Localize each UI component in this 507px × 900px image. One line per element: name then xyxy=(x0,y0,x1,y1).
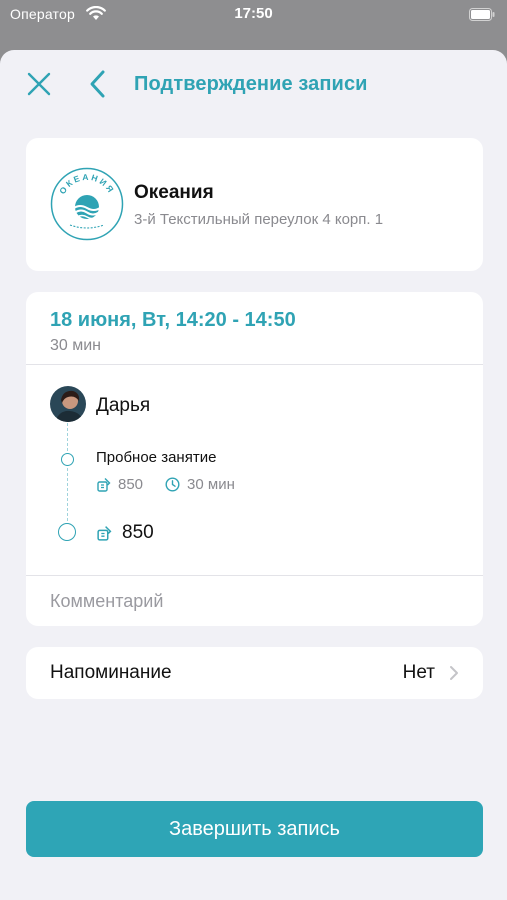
timeline-dot xyxy=(61,453,74,466)
page-title: Подтверждение записи xyxy=(134,73,368,95)
comment-input[interactable] xyxy=(50,588,460,614)
timeline-dot xyxy=(58,523,76,541)
booking-confirmation-sheet: Подтверждение записи ОКЕАНИЯ Океания 3-й… xyxy=(0,50,507,900)
salon-name: Океания xyxy=(134,182,214,203)
chevron-left-icon xyxy=(90,70,105,98)
close-button[interactable] xyxy=(26,71,52,97)
reminder-row[interactable]: Напоминание Нет xyxy=(26,647,483,699)
complete-booking-button[interactable]: Завершить запись xyxy=(26,801,483,857)
service-duration: 30 мин xyxy=(187,476,235,493)
avatar xyxy=(50,386,86,422)
service-meta: 850 30 мин xyxy=(96,476,235,493)
reminder-label: Напоминание xyxy=(50,662,172,683)
price-tag-icon xyxy=(97,478,111,492)
navigation-bar: Подтверждение записи xyxy=(0,50,507,120)
salon-card[interactable]: ОКЕАНИЯ Океания 3-й Текстильный переулок… xyxy=(26,138,483,271)
chevron-right-icon xyxy=(450,666,458,680)
salon-logo: ОКЕАНИЯ xyxy=(50,167,124,241)
close-icon xyxy=(27,72,51,96)
price-tag-icon xyxy=(97,526,112,541)
service-price: 850 xyxy=(118,476,144,493)
clock-icon xyxy=(165,477,180,492)
total-price-value: 850 xyxy=(122,522,154,543)
clock: 17:50 xyxy=(234,5,273,22)
status-bar: Оператор 17:50 xyxy=(0,0,507,30)
booking-details-card: 18 июня, Вт, 14:20 - 14:50 30 мин Дарья … xyxy=(26,292,483,626)
salon-address: 3-й Текстильный переулок 4 корп. 1 xyxy=(134,211,384,228)
divider xyxy=(26,364,483,365)
service-name: Пробное занятие xyxy=(96,449,217,466)
timeline-line xyxy=(67,423,68,531)
reminder-value: Нет xyxy=(402,662,435,683)
back-button[interactable] xyxy=(88,69,108,99)
booking-duration: 30 мин xyxy=(50,337,102,354)
master-name: Дарья xyxy=(96,395,151,416)
battery-icon xyxy=(469,8,495,25)
divider xyxy=(26,575,483,576)
booking-date-time[interactable]: 18 июня, Вт, 14:20 - 14:50 xyxy=(50,309,296,332)
total-price: 850 xyxy=(96,522,154,544)
